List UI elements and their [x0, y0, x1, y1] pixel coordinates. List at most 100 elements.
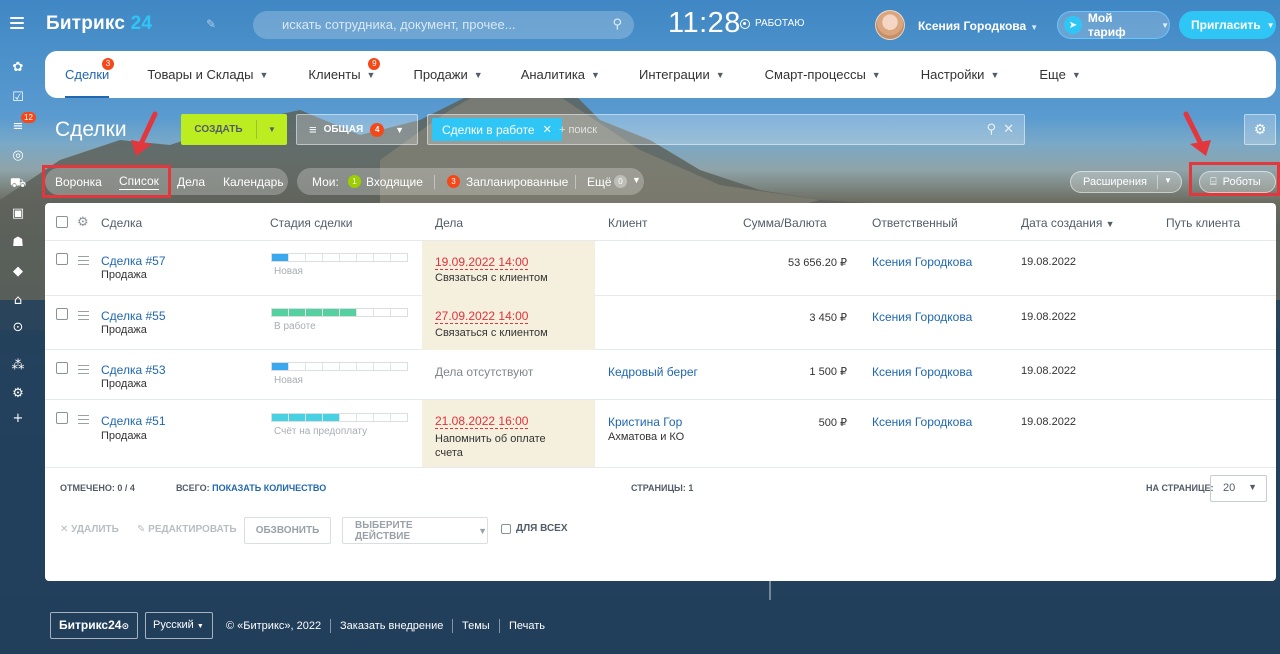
search-icon[interactable]: ⚲ [986, 121, 996, 137]
column-client[interactable]: Клиент [608, 216, 648, 230]
tab-analytics[interactable]: Аналитика ▼ [521, 51, 600, 98]
user-menu[interactable]: Ксения Городкова ▼ [918, 19, 1038, 33]
logo[interactable]: Битрикс 24 [46, 13, 152, 35]
column-activity[interactable]: Дела [435, 216, 463, 230]
responsible-link[interactable]: Ксения Городкова [872, 415, 972, 429]
responsible-link[interactable]: Ксения Городкова [872, 255, 972, 269]
table-row[interactable]: Сделка #57 Продажа Новая 19.09.2022 14:0… [45, 241, 1276, 296]
gear-icon[interactable]: ⚙ [1244, 114, 1276, 145]
filter-search-input[interactable]: Сделки в работе ✕ + поиск ⚲ ✕ [427, 114, 1025, 145]
table-row[interactable]: Сделка #55 Продажа В работе 27.09.2022 1… [45, 296, 1276, 350]
global-search-input[interactable]: искать сотрудника, документ, прочее... ⚲ [253, 11, 634, 39]
clear-icon[interactable]: ✕ [1003, 121, 1014, 137]
row-checkbox[interactable] [56, 308, 68, 320]
stage-progress[interactable] [271, 253, 408, 262]
order-link[interactable]: Заказать внедрение [340, 620, 443, 632]
drag-handle-icon[interactable] [78, 311, 89, 323]
activity-date[interactable]: 19.09.2022 14:00 [435, 255, 529, 270]
chevron-down-icon: ▼ [715, 69, 725, 80]
deal-link[interactable]: Сделка #57 [101, 254, 166, 268]
table-row[interactable]: Сделка #53 Продажа Новая Дела отсутствую… [45, 350, 1276, 400]
drag-handle-icon[interactable] [78, 415, 89, 427]
create-button[interactable]: СОЗДАТЬ ▼ [181, 114, 287, 145]
view-calendar[interactable]: Календарь [223, 175, 284, 189]
structure-icon[interactable]: ⁂ [9, 356, 27, 374]
chevron-down-icon[interactable]: ▼ [632, 175, 641, 185]
row-checkbox[interactable] [56, 253, 68, 265]
tab-deals[interactable]: Сделки 3 [65, 51, 114, 98]
tab-products[interactable]: Товары и Склады ▼ [147, 51, 268, 98]
invite-button[interactable]: Пригласить ▼ [1179, 11, 1276, 39]
for-all-checkbox[interactable] [501, 523, 511, 534]
column-stage[interactable]: Стадия сделки [270, 216, 352, 230]
drag-handle-icon[interactable] [78, 365, 89, 377]
more-icon[interactable]: ⊙ [9, 318, 27, 336]
extensions-button[interactable]: Расширения ▼ [1070, 171, 1182, 193]
column-responsible[interactable]: Ответственный [872, 216, 958, 230]
row-checkbox[interactable] [56, 362, 68, 374]
footer-logo[interactable]: Битрикс24⊙ [50, 612, 139, 639]
page-footer: Битрикс24⊙ Русский ▼ © «Битрикс», 2022 За… [0, 612, 1280, 642]
deal-link[interactable]: Сделка #53 [101, 363, 166, 377]
settings-icon[interactable]: ⚙ [9, 384, 27, 402]
language-select[interactable]: Русский ▼ [145, 612, 213, 639]
activity-date[interactable]: 21.08.2022 16:00 [435, 414, 529, 429]
tab-clients[interactable]: Клиенты 9 ▼ [308, 51, 381, 98]
call-button[interactable]: ОБЗВОНИТЬ [244, 517, 331, 544]
target-icon[interactable]: ◎ [9, 146, 27, 164]
drag-handle-icon[interactable] [78, 256, 89, 268]
work-status[interactable]: РАБОТАЮ [740, 18, 804, 29]
column-deal[interactable]: Сделка [101, 216, 142, 230]
for-all-option[interactable]: ДЛЯ ВСЕХ [501, 523, 568, 534]
table-row[interactable]: Сделка #51 Продажа Счёт на предоплату 21… [45, 400, 1276, 467]
avatar[interactable] [875, 10, 905, 40]
themes-link[interactable]: Темы [462, 620, 490, 632]
responsible-link[interactable]: Ксения Городкова [872, 365, 972, 379]
cart-icon[interactable]: ⛟ [9, 175, 27, 193]
column-journey[interactable]: Путь клиента [1166, 216, 1240, 230]
client-link[interactable]: Кедровый берег [608, 365, 698, 379]
per-page-select[interactable]: 20 ▼ [1210, 475, 1267, 502]
chevron-down-icon[interactable]: ▼ [257, 125, 287, 134]
box-icon[interactable]: ◆ [9, 262, 27, 280]
tasks-icon[interactable]: ☑ [9, 88, 27, 106]
column-created[interactable]: Дата создания ▼ [1021, 216, 1115, 230]
delete-button[interactable]: ✕ УДАЛИТЬ [60, 524, 119, 535]
clock[interactable]: 11:28 [668, 7, 741, 40]
row-checkbox[interactable] [56, 412, 68, 424]
filter-preset-button[interactable]: ≡ ОБЩАЯ 4 ▼ [296, 114, 418, 145]
close-icon[interactable]: ✕ [543, 123, 552, 136]
edit-button[interactable]: ✎ РЕДАКТИРОВАТЬ [137, 524, 237, 535]
choose-action-select[interactable]: ВЫБЕРИТЕ ДЕЙСТВИЕ ▼ [342, 517, 488, 544]
counter-more[interactable]: Ещё [587, 175, 612, 189]
counter-planned[interactable]: Запланированные [466, 175, 568, 189]
tab-more[interactable]: Еще ▼ [1039, 51, 1080, 98]
deal-link[interactable]: Сделка #51 [101, 414, 166, 428]
select-all-checkbox[interactable] [56, 216, 68, 228]
tab-settings[interactable]: Настройки ▼ [921, 51, 1000, 98]
bank-icon[interactable]: ⌂ [9, 291, 27, 309]
show-count-link[interactable]: ПОКАЗАТЬ КОЛИЧЕСТВО [212, 483, 326, 493]
tab-smart-processes[interactable]: Смарт-процессы ▼ [765, 51, 881, 98]
responsible-link[interactable]: Ксения Городкова [872, 310, 972, 324]
deal-link[interactable]: Сделка #55 [101, 309, 166, 323]
tab-sales[interactable]: Продажи ▼ [413, 51, 482, 98]
tab-integrations[interactable]: Интеграции ▼ [639, 51, 725, 98]
gear-icon[interactable]: ⚙ [77, 214, 89, 230]
add-icon[interactable]: + [9, 409, 27, 427]
pencil-icon[interactable]: ✎ [206, 17, 216, 31]
view-activities[interactable]: Дела [177, 175, 205, 189]
counter-incoming[interactable]: Входящие [366, 175, 423, 189]
print-link[interactable]: Печать [509, 620, 545, 632]
tariff-button[interactable]: ➤ Мой тариф ▼ [1057, 11, 1170, 39]
client-link[interactable]: Кристина Гор [608, 415, 682, 429]
column-amount[interactable]: Сумма/Валюта [743, 216, 827, 230]
contacts-icon[interactable]: ▣ [9, 204, 27, 222]
stage-progress[interactable] [271, 308, 408, 317]
stage-progress[interactable] [271, 362, 408, 371]
filter-tag[interactable]: Сделки в работе ✕ [432, 118, 562, 141]
feed-icon[interactable]: ✿ [9, 58, 27, 76]
robot-icon[interactable]: ☗ [9, 233, 27, 251]
activity-date[interactable]: 27.09.2022 14:00 [435, 309, 529, 324]
stage-progress[interactable] [271, 413, 408, 422]
